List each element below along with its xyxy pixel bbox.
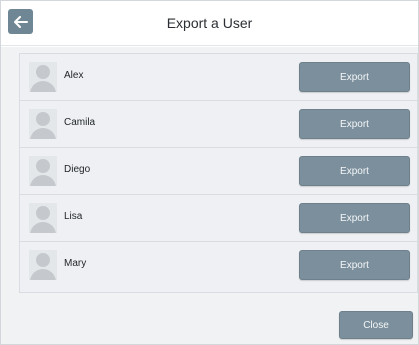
export-button-camila[interactable]: Export — [299, 109, 410, 139]
close-button[interactable]: Close — [339, 311, 413, 339]
user-row-alex: Alex Export — [20, 54, 417, 101]
export-button-lisa[interactable]: Export — [299, 203, 410, 233]
export-user-dialog: Export a User Alex Export Camila Export — [0, 0, 419, 345]
dialog-title: Export a User — [166, 15, 253, 31]
avatar-placeholder-icon — [29, 62, 57, 92]
user-row-lisa: Lisa Export — [20, 195, 417, 242]
user-name: Mary — [64, 258, 87, 269]
avatar-placeholder-icon — [29, 109, 57, 139]
avatar-placeholder-icon — [29, 250, 57, 280]
export-button-diego[interactable]: Export — [299, 156, 410, 186]
user-row-mary: Mary Export — [20, 242, 417, 288]
user-name: Diego — [64, 164, 91, 175]
user-row-diego: Diego Export — [20, 148, 417, 195]
avatar-placeholder-icon — [29, 203, 57, 233]
export-button-alex[interactable]: Export — [299, 62, 410, 92]
export-button-mary[interactable]: Export — [299, 250, 410, 280]
user-row-camila: Camila Export — [20, 101, 417, 148]
user-name: Alex — [64, 70, 84, 81]
dialog-body: Alex Export Camila Export Diego Export L… — [1, 47, 418, 344]
avatar-placeholder-icon — [29, 156, 57, 186]
dialog-header: Export a User — [1, 1, 418, 46]
user-list: Alex Export Camila Export Diego Export L… — [19, 53, 418, 293]
user-name: Lisa — [64, 211, 83, 222]
user-name: Camila — [64, 117, 96, 128]
